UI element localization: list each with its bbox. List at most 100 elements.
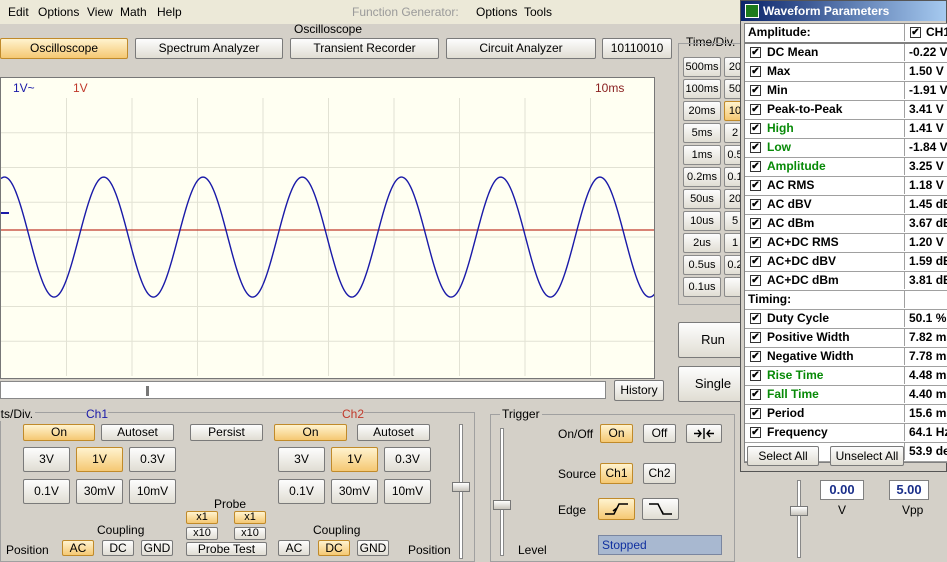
select-all-button[interactable]: Select All	[747, 446, 819, 466]
fg-menu-options[interactable]: Options	[476, 5, 517, 19]
menu-math[interactable]: Math	[120, 5, 147, 19]
falling-edge-icon[interactable]	[642, 498, 679, 520]
parameter-row[interactable]: ✔ Duty Cycle 50.1 %	[745, 310, 947, 329]
ch2-3v-button[interactable]: 3V	[278, 447, 325, 472]
probe-test-button[interactable]: Probe Test	[186, 542, 267, 556]
generator-slider[interactable]	[797, 480, 801, 558]
history-button[interactable]: History	[614, 380, 664, 401]
timebase-button[interactable]: 0.2ms	[683, 167, 721, 187]
tab-logic-analyzer[interactable]: 10110010	[602, 38, 672, 59]
ch1-coupling-label: Coupling	[97, 523, 145, 537]
trigger-source-ch1[interactable]: Ch1	[600, 463, 633, 484]
trigger-on-button[interactable]: On	[600, 424, 633, 443]
ch2-1v-button[interactable]: 1V	[331, 447, 378, 472]
ch2-probe-x10[interactable]: x10	[234, 527, 266, 540]
ch1-03v-button[interactable]: 0.3V	[129, 447, 176, 472]
tab-spectrum-analyzer[interactable]: Spectrum Analyzer	[135, 38, 283, 59]
timebase-button[interactable]: 100ms	[683, 79, 721, 99]
ch2-coupling-ac[interactable]: AC	[278, 540, 310, 556]
menu-options[interactable]: Options	[38, 5, 79, 19]
parameter-value: 4.40 ms	[909, 387, 947, 401]
trigger-level-handle[interactable]	[493, 500, 511, 510]
timebase-button[interactable]: 1ms	[683, 145, 721, 165]
menu-edit[interactable]: Edit	[8, 5, 29, 19]
timebase-button[interactable]: 20ms	[683, 101, 721, 121]
parameter-row[interactable]: ✔Rise Time4.48 ms	[745, 367, 947, 386]
timebase-button[interactable]: 500ms	[683, 57, 721, 77]
timebase-button[interactable]: 5ms	[683, 123, 721, 143]
fg-menu-tools[interactable]: Tools	[524, 5, 552, 19]
parameter-row[interactable]: ✔ Frequency 64.1 Hz	[745, 424, 947, 443]
timebase-button[interactable]: 2us	[683, 233, 721, 253]
ch1-column-checkbox[interactable]: ✔	[910, 27, 921, 38]
run-button[interactable]: Run	[678, 322, 748, 358]
parameter-row[interactable]: ✔ Low -1.84 V	[745, 139, 947, 158]
ch2-coupling-dc[interactable]: DC	[318, 540, 350, 556]
tab-transient-recorder[interactable]: Transient Recorder	[290, 38, 439, 59]
history-scrollbar[interactable]	[0, 381, 606, 399]
waveform-parameters-titlebar[interactable]: Waveform Parameters	[741, 1, 946, 21]
ch2-autoset-button[interactable]: Autoset	[357, 424, 430, 441]
trigger-source-ch2[interactable]: Ch2	[643, 463, 676, 484]
parameter-rows: ✔ DC Mean -0.22 V ✔ Max 1.50 V ✔ Min -1.91 V ✔ Pea…	[745, 44, 947, 462]
persist-button[interactable]: Persist	[190, 424, 263, 441]
unselect-all-button[interactable]: Unselect All	[830, 446, 904, 466]
timebase-button[interactable]: 0.1us	[683, 277, 721, 297]
rising-edge-icon[interactable]	[598, 498, 635, 520]
menu-view[interactable]: View	[87, 5, 113, 19]
trigger-level-slider[interactable]	[500, 428, 504, 556]
ch2-coupling-gnd[interactable]: GND	[357, 540, 389, 556]
parameter-row[interactable]: ✔ Peak-to-Peak 3.41 V	[745, 101, 947, 120]
ch2-probe-x1[interactable]: x1	[234, 511, 266, 524]
parameter-row[interactable]: ✔Negative Width7.78 ms	[745, 348, 947, 367]
parameter-row[interactable]: ✔ Min -1.91 V	[745, 82, 947, 101]
ch1-probe-x10[interactable]: x10	[186, 527, 218, 540]
ch1-on-button[interactable]: On	[23, 424, 95, 441]
center-arrows-icon[interactable]	[686, 424, 722, 443]
timebase-button[interactable]: 10us	[683, 211, 721, 231]
parameter-row[interactable]: ✔AC dBV1.45 dB	[745, 196, 947, 215]
parameter-row[interactable]: ✔AC+DC dBV1.59 dB	[745, 253, 947, 272]
ch2-03v-button[interactable]: 0.3V	[384, 447, 431, 472]
ch1-30mv-button[interactable]: 30mV	[76, 479, 123, 504]
ch1-10mv-button[interactable]: 10mV	[129, 479, 176, 504]
ch1-column-header[interactable]: ✔ CH1	[906, 24, 947, 41]
ch1-coupling-gnd[interactable]: GND	[141, 540, 173, 556]
scroll-thumb[interactable]	[146, 386, 149, 396]
parameter-row[interactable]: ✔AC+DC dBm3.81 dB	[745, 272, 947, 291]
parameter-row[interactable]: ✔ AC+DC RMS 1.20 V	[745, 234, 947, 253]
ch1-3v-button[interactable]: 3V	[23, 447, 70, 472]
parameter-row[interactable]: ✔ Max 1.50 V	[745, 63, 947, 82]
oscilloscope-screen: 1V~ 1V 10ms	[0, 77, 655, 379]
tab-circuit-analyzer[interactable]: Circuit Analyzer	[446, 38, 596, 59]
parameter-row[interactable]: ✔Period15.6 ms	[745, 405, 947, 424]
parameter-row[interactable]: ✔ DC Mean -0.22 V	[745, 44, 947, 63]
ch2-position-handle[interactable]	[452, 482, 470, 492]
timebase-button[interactable]: 0.5us	[683, 255, 721, 275]
timebase-button[interactable]: 50us	[683, 189, 721, 209]
parameter-row[interactable]: ✔ High 1.41 V	[745, 120, 947, 139]
parameter-name: Min	[745, 82, 905, 99]
trigger-off-button[interactable]: Off	[643, 424, 676, 443]
parameter-row[interactable]: ✔Fall Time4.40 ms	[745, 386, 947, 405]
parameter-row[interactable]: ✔ Amplitude 3.25 V	[745, 158, 947, 177]
single-button[interactable]: Single	[678, 366, 748, 402]
parameter-row[interactable]: ✔Positive Width7.82 ms	[745, 329, 947, 348]
ch1-autoset-button[interactable]: Autoset	[101, 424, 174, 441]
ch1-01v-button[interactable]: 0.1V	[23, 479, 70, 504]
ch1-coupling-ac[interactable]: AC	[62, 540, 94, 556]
parameter-row[interactable]: ✔AC dBm3.67 dB	[745, 215, 947, 234]
ch1-probe-x1[interactable]: x1	[186, 511, 218, 524]
generator-slider-handle[interactable]	[790, 506, 808, 516]
generator-amplitude-value[interactable]: 5.00	[889, 480, 929, 500]
ch2-30mv-button[interactable]: 30mV	[331, 479, 378, 504]
tab-oscilloscope[interactable]: Oscilloscope	[0, 38, 128, 59]
menu-help[interactable]: Help	[157, 5, 182, 19]
ch2-10mv-button[interactable]: 10mV	[384, 479, 431, 504]
ch1-coupling-dc[interactable]: DC	[102, 540, 134, 556]
ch1-1v-button[interactable]: 1V	[76, 447, 123, 472]
ch2-01v-button[interactable]: 0.1V	[278, 479, 325, 504]
generator-offset-value[interactable]: 0.00	[820, 480, 864, 500]
ch2-on-button[interactable]: On	[274, 424, 347, 441]
parameter-row[interactable]: ✔ AC RMS 1.18 V	[745, 177, 947, 196]
